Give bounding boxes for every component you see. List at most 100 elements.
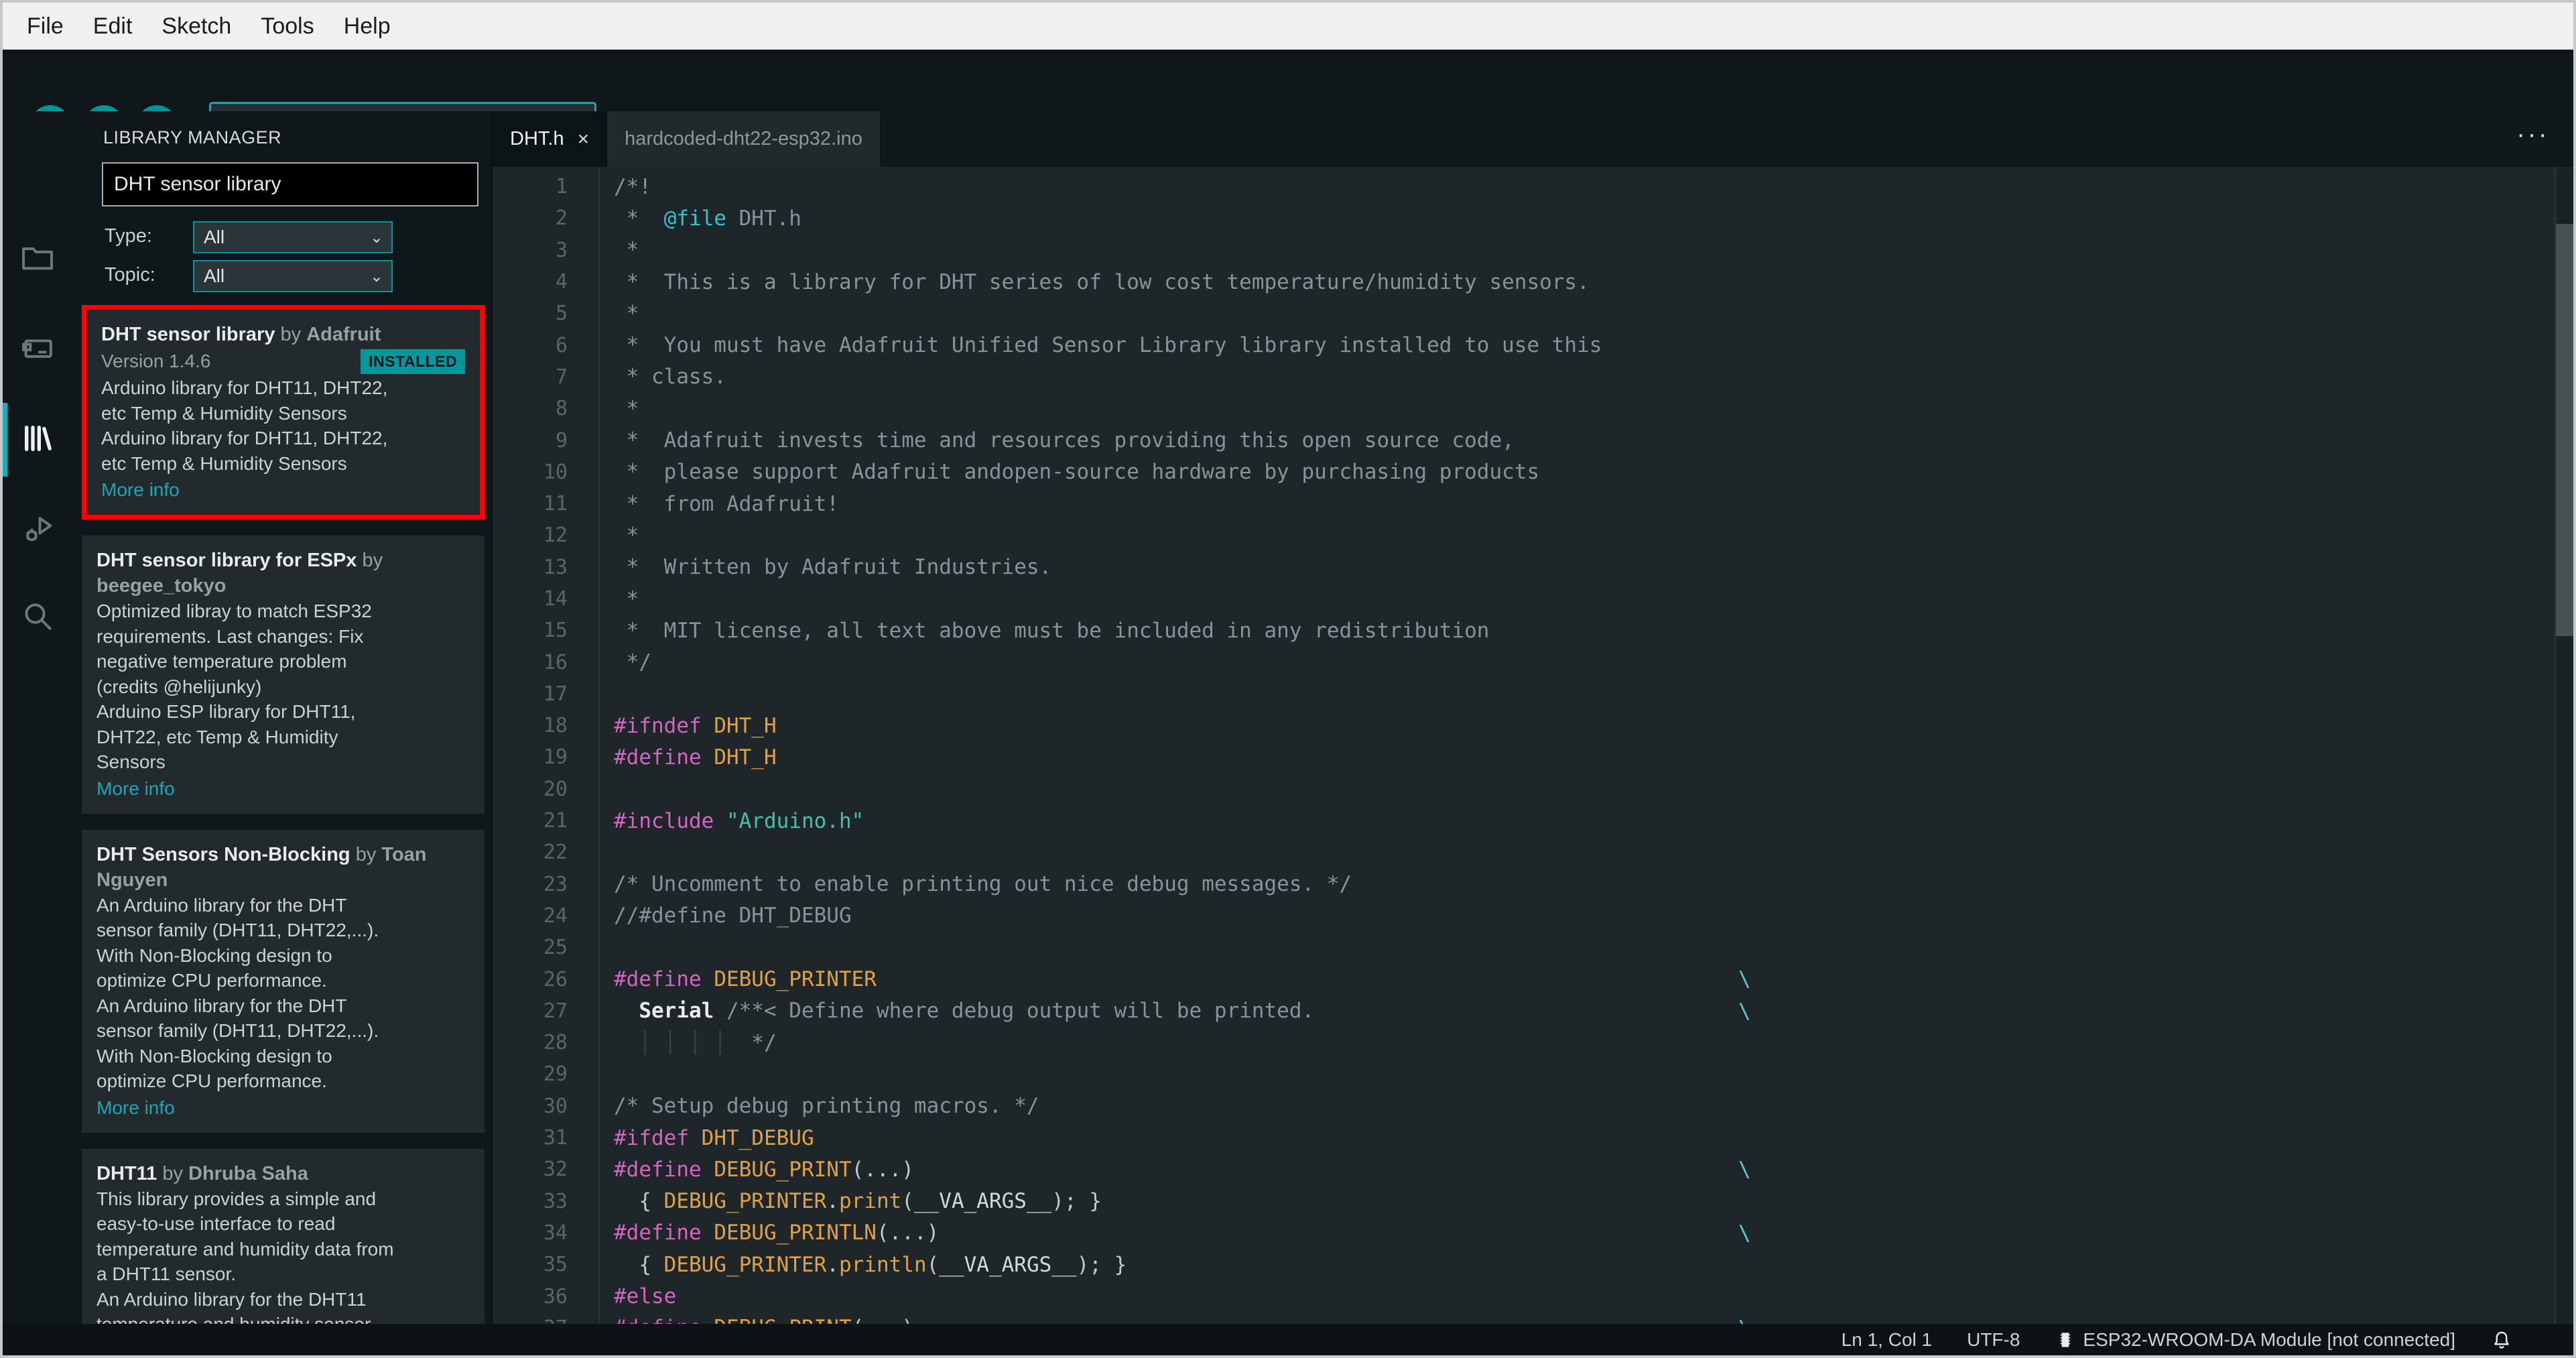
close-icon[interactable]: × (578, 128, 590, 151)
code-token: */ (614, 650, 651, 675)
library-entry-title: DHT sensor library (101, 324, 275, 345)
code-line: 36 #else (493, 1280, 2573, 1312)
code-line: 13 * Written by Adafruit Industries. (493, 552, 2573, 583)
library-entry[interactable]: DHT sensor library by Adafruit Version 1.… (82, 305, 485, 519)
library-entry-description: sensor family (DHT11, DHT22,...). (96, 1020, 379, 1041)
more-info-link[interactable]: More info (96, 1095, 470, 1121)
code-line: 35 { DEBUG_PRINTER.println(__VA_ARGS__);… (493, 1249, 2573, 1280)
library-entry-header: DHT sensor library by Adafruit (101, 322, 465, 347)
code-text: #define DEBUG_PRINTER (568, 967, 877, 991)
code-line: 31 #ifdef DHT_DEBUG (493, 1122, 2573, 1154)
tab-label: hardcoded-dht22-esp32.ino (625, 128, 862, 149)
type-filter-label: Type: (105, 225, 152, 247)
code-line: 6 * You must have Adafruit Unified Senso… (493, 329, 2573, 361)
code-text: #define DHT_H (568, 745, 777, 769)
library-entry-by: by (350, 843, 382, 865)
more-actions-icon[interactable]: ··· (2516, 119, 2549, 149)
code-line: 24 //#define DHT_DEBUG (493, 900, 2573, 932)
code-editor[interactable]: 1/*! 2 * @file DHT.h 3 * 4 * This is a libr… (493, 167, 2573, 1324)
menu-item-help[interactable]: Help (329, 3, 405, 50)
code-text: #include "Arduino.h" (568, 809, 864, 833)
library-entry-version: Version 1.4.6 (101, 351, 211, 371)
code-text: #else (568, 1284, 676, 1308)
code-token: DEBUG_PRINT (714, 1316, 851, 1324)
line-number: 35 (543, 1253, 568, 1277)
code-text: * This is a library for DHT series of lo… (568, 270, 1590, 294)
code-token: │ │ │ │ (639, 1030, 739, 1055)
code-line: 33 { DEBUG_PRINTER.print(__VA_ARGS__); } (493, 1186, 2573, 1217)
arduino-ide-window: FileEditSketchToolsHelp ESP32-WROOM-DA M… (3, 3, 2573, 1355)
line-number: 11 (543, 492, 568, 516)
library-entry-description: Sensors (96, 751, 166, 772)
encoding-indicator[interactable]: UTF-8 (1967, 1329, 2020, 1351)
code-line: 26 #define DEBUG_PRINTER \ (493, 963, 2573, 995)
sidebar-item-library-manager[interactable] (3, 403, 72, 477)
library-entry-title: DHT11 (96, 1162, 157, 1184)
type-filter-select[interactable]: All ⌄ (193, 221, 393, 253)
code-text: * (568, 238, 639, 262)
library-entry-description: etc Temp & Humidity Sensors (101, 402, 347, 424)
code-token: DHT_H (714, 713, 777, 738)
line-number: 15 (543, 619, 568, 643)
code-token: #ifdef (614, 1125, 702, 1150)
toolbar: ESP32-WROOM-DA Module ▾ (3, 50, 2573, 151)
library-entry[interactable]: DHT sensor library for ESPx by beegee_to… (82, 536, 485, 814)
code-token: * please support Adafruit andopen-source… (614, 460, 1540, 485)
library-entry-description: optimize CPU performance. (96, 1070, 327, 1091)
sidebar-item-search[interactable] (3, 580, 72, 654)
sidebar-item-boards-manager[interactable] (3, 312, 72, 386)
code-text: #ifndef DHT_H (568, 714, 777, 738)
library-search-input[interactable] (102, 162, 478, 206)
code-text: * (568, 397, 639, 421)
code-token: #ifndef (614, 713, 714, 738)
line-number: 12 (543, 523, 568, 548)
code-line: 25 (493, 932, 2573, 963)
library-entry-by: by (275, 324, 307, 345)
code-token: * You must have Adafruit Unified Sensor … (614, 333, 1602, 358)
code-token: ( (901, 1189, 914, 1214)
sidebar-item-debug[interactable] (3, 493, 72, 567)
line-number: 5 (555, 302, 568, 326)
topic-filter-select[interactable]: All ⌄ (193, 260, 393, 292)
code-text: /* Uncomment to enable printing out nice… (568, 872, 1352, 896)
tab-hardcoded-dht22-esp32-ino[interactable]: hardcoded-dht22-esp32.ino (607, 111, 881, 167)
library-entry-description: Arduino library for DHT11, DHT22, (101, 377, 388, 398)
library-entry[interactable]: DHT Sensors Non-Blocking by Toan Nguyen A… (82, 829, 485, 1133)
menu-item-tools[interactable]: Tools (246, 3, 328, 50)
code-token: (...) (852, 1316, 914, 1324)
code-line: 20 (493, 774, 2573, 805)
menu-item-file[interactable]: File (12, 3, 78, 50)
cursor-position[interactable]: Ln 1, Col 1 (1842, 1329, 1932, 1351)
code-line: 1 /*! (493, 171, 2573, 202)
line-number: 25 (543, 936, 568, 960)
editor-scrollbar-track[interactable] (2555, 167, 2573, 1324)
library-entries-list: DHT sensor library by Adafruit Version 1.… (72, 305, 492, 1324)
code-text: { DEBUG_PRINTER.print(__VA_ARGS__); } (568, 1189, 1102, 1213)
code-line: 2 * @file DHT.h (493, 202, 2573, 234)
code-text: /*! (568, 175, 651, 199)
more-info-link[interactable]: More info (101, 477, 465, 503)
line-continuation-backslash: \ (1738, 1158, 1751, 1182)
code-token: /* Setup debug printing macros. */ (614, 1094, 1039, 1119)
menu-item-edit[interactable]: Edit (78, 3, 147, 50)
more-info-link[interactable]: More info (96, 776, 470, 802)
code-token: /* Uncomment to enable printing out nice… (614, 872, 1352, 897)
sidebar-item-sketchbook[interactable] (3, 222, 72, 296)
code-text: { DEBUG_PRINTER.println(__VA_ARGS__); } (568, 1253, 1126, 1277)
code-text: * (568, 302, 639, 326)
notifications-button[interactable] (2490, 1329, 2513, 1351)
editor-scrollbar-thumb[interactable] (2556, 224, 2573, 636)
code-token: /*! (614, 174, 651, 199)
code-token: #else (614, 1284, 677, 1309)
menu-item-sketch[interactable]: Sketch (147, 3, 246, 50)
library-entry-version-row: Version 1.4.6 INSTALLED (101, 347, 465, 375)
library-entry-description: With Non-Blocking design to (96, 944, 332, 966)
tab-dht-h[interactable]: DHT.h × (493, 111, 608, 167)
code-text: * @file DHT.h (568, 206, 801, 231)
library-entry-description: Arduino ESP library for DHT11, (96, 701, 356, 722)
board-status[interactable]: ESP32-WROOM-DA Module [not connected] (2055, 1329, 2455, 1351)
library-entry[interactable]: DHT11 by Dhruba Saha This library provide… (82, 1148, 485, 1324)
code-token: __VA_ARGS__ (939, 1252, 1077, 1277)
